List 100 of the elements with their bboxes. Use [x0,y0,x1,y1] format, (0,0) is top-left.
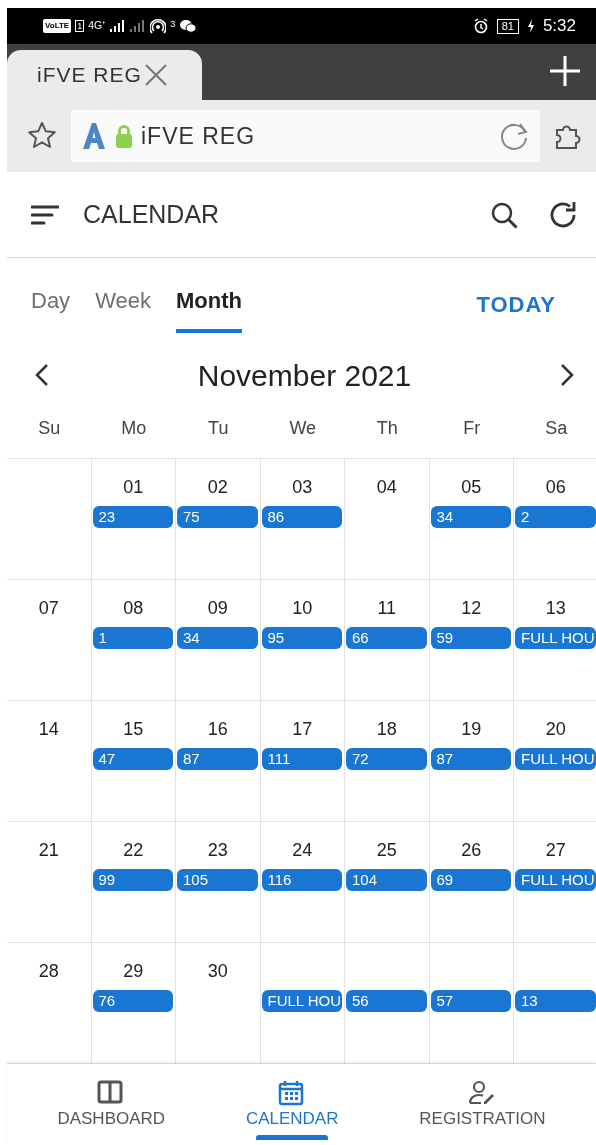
menu-icon[interactable] [31,204,59,225]
nav-tab[interactable]: REGISTRATION [419,1080,546,1132]
nav-label: CALENDAR [245,1108,339,1130]
event-chip[interactable]: FULL HOU [515,748,596,770]
signal-icon [110,20,127,32]
weekday-label: Mo [120,417,148,440]
day-number: 09 [207,597,228,619]
day-number: 06 [545,476,566,498]
chevron-left-icon[interactable] [35,363,49,387]
event-chip[interactable]: 72 [346,748,427,770]
weekday-label: Th [375,417,399,440]
day-number: 16 [207,718,228,740]
day-number: 03 [292,476,313,498]
day-number: 12 [461,597,482,619]
event-chip[interactable]: 2 [515,506,596,528]
lock-icon [115,124,133,148]
tab-title: iFVE REG [37,62,142,89]
day-number: 26 [461,839,482,861]
event-chip[interactable]: 116 [261,869,342,891]
nav-tab[interactable]: CALENDAR [245,1080,339,1140]
event-chip[interactable]: 105 [177,869,258,891]
page-title: CALENDAR [83,198,221,230]
day-number: 29 [123,960,144,982]
day-number: 07 [38,597,59,619]
day-number: 10 [292,597,313,619]
day-number: 13 [545,597,566,619]
close-icon[interactable] [143,63,168,87]
day-number: 15 [123,718,144,740]
event-chip[interactable]: 86 [261,506,342,528]
hotspot-icon [150,18,167,34]
month-title: November 2021 [197,357,412,394]
address-text: iFVE REG [141,121,257,151]
event-chip[interactable]: 59 [430,627,511,649]
address-bar[interactable]: iFVE REG [71,110,540,162]
weekday-label: Sa [544,417,569,440]
day-number: 22 [123,839,144,861]
event-chip[interactable]: 87 [430,748,511,770]
event-chip[interactable]: 75 [177,506,258,528]
day-number: 27 [545,839,566,861]
event-chip[interactable]: FULL HOU [515,869,596,891]
event-chip[interactable]: 104 [346,869,427,891]
nav-label: REGISTRATION [419,1108,546,1130]
day-number: 05 [461,476,482,498]
view-tab[interactable]: Week [95,284,151,333]
event-chip[interactable]: 23 [92,506,173,528]
event-chip[interactable]: 34 [177,627,258,649]
event-chip[interactable]: 99 [92,869,173,891]
weekday-label: Tu [207,417,230,440]
chevron-right-icon[interactable] [560,363,574,387]
event-chip[interactable]: 95 [261,627,342,649]
view-tab[interactable]: Day [31,284,71,333]
volte-indicator: VoLTE [43,19,72,33]
battery-level: 81 [496,18,519,34]
day-number: 02 [207,476,228,498]
day-number: 18 [376,718,397,740]
day-number: 17 [292,718,313,740]
charging-icon [526,19,535,33]
day-number: 23 [207,839,228,861]
today-button[interactable]: TODAY [476,284,556,325]
view-tab[interactable]: Month [175,284,242,333]
panels-icon [97,1080,126,1106]
refresh-icon[interactable] [548,199,578,230]
event-chip[interactable]: 57 [430,990,511,1012]
event-chip[interactable]: 69 [430,869,511,891]
new-tab-icon[interactable] [550,56,580,86]
event-chip[interactable]: FULL HOU [261,990,342,1012]
event-chip[interactable]: FULL HOU [515,627,596,649]
clock-time: 5:32 [542,15,576,38]
event-chip[interactable]: 111 [261,748,342,770]
event-chip[interactable]: 76 [92,990,173,1012]
day-number: 11 [377,597,397,619]
day-number: 21 [38,839,59,861]
day-number: 20 [545,718,566,740]
day-number: 14 [38,718,59,740]
event-chip[interactable]: 1 [92,627,173,649]
day-number: 28 [38,960,59,982]
letter-logo-icon [81,122,107,150]
event-chip[interactable]: 13 [515,990,596,1012]
nav-tab[interactable]: DASHBOARD [57,1080,166,1132]
browser-tab[interactable]: iFVE REG [7,50,202,100]
hotspot-count: 3 [170,18,176,31]
event-chip[interactable]: 66 [346,627,427,649]
sim-indicator: 1 [75,20,85,32]
day-number: 19 [461,718,482,740]
weekday-label: Su [37,417,62,440]
nav-label: DASHBOARD [57,1108,166,1130]
weekday-label: We [288,417,318,440]
search-icon[interactable] [490,200,518,229]
star-icon[interactable] [27,121,57,151]
day-number: 24 [292,839,313,861]
event-chip[interactable]: 87 [177,748,258,770]
event-chip[interactable]: 34 [430,506,511,528]
event-chip[interactable]: 56 [346,990,427,1012]
network-type: 4G⁺ [88,18,107,34]
event-chip[interactable]: 47 [92,748,173,770]
day-number: 01 [123,476,144,498]
chat-icon [179,19,198,33]
signal-icon [130,20,147,32]
day-number: 30 [207,960,228,982]
day-number: 25 [376,839,397,861]
